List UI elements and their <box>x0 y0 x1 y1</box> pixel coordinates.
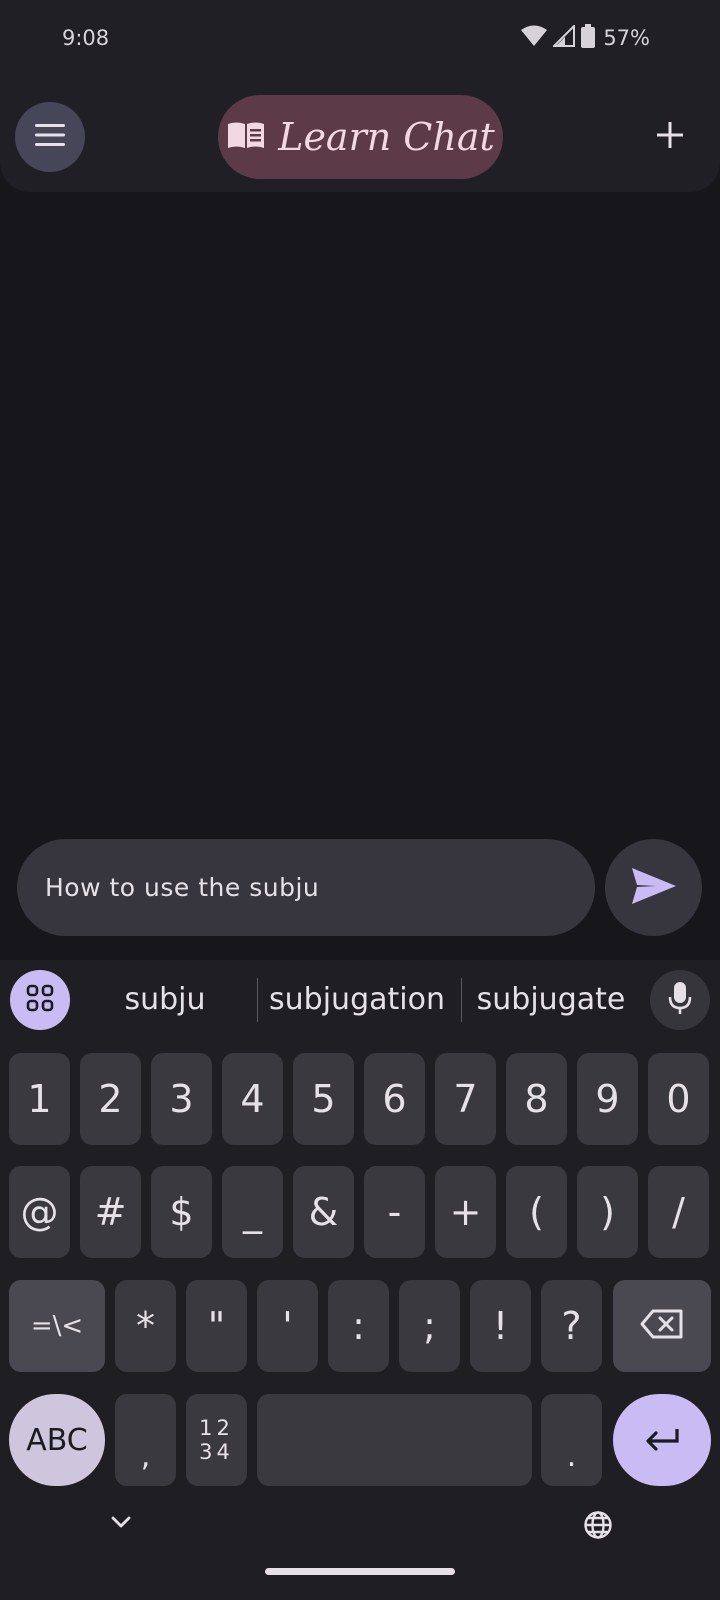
suggestion-item[interactable]: subjugate <box>466 978 636 1022</box>
suggestion-divider <box>461 978 462 1022</box>
key-8[interactable]: 8 <box>506 1053 567 1145</box>
keyboard-apps-button[interactable] <box>10 970 70 1030</box>
chevron-down-icon <box>110 1514 132 1533</box>
message-composer: How to use the subju <box>0 820 720 960</box>
numpad-key[interactable]: 12 34 <box>186 1394 247 1486</box>
key-at[interactable]: @ <box>9 1166 70 1258</box>
key-slash[interactable]: / <box>648 1166 709 1258</box>
suggestion-item[interactable]: subjugation <box>262 978 452 1022</box>
enter-icon <box>644 1418 680 1462</box>
key-0[interactable]: 0 <box>648 1053 709 1145</box>
key-semicolon[interactable]: ; <box>399 1280 460 1372</box>
period-label: . <box>566 1438 577 1474</box>
voice-input-button[interactable] <box>650 970 710 1030</box>
language-switch-button[interactable] <box>583 1510 613 1544</box>
key-9[interactable]: 9 <box>577 1053 638 1145</box>
globe-icon <box>583 1511 613 1544</box>
key-apostrophe[interactable]: ' <box>257 1280 318 1372</box>
signal-icon <box>551 23 576 51</box>
suggestion-item[interactable]: subju <box>85 978 245 1022</box>
status-icons: 57% <box>521 23 650 52</box>
plus-icon <box>657 122 683 152</box>
more-symbols-key[interactable]: =\< <box>9 1280 105 1372</box>
abc-key[interactable]: ABC <box>9 1394 105 1486</box>
enter-key[interactable] <box>613 1394 711 1486</box>
hide-keyboard-button[interactable] <box>110 1514 132 1533</box>
key-minus[interactable]: - <box>364 1166 425 1258</box>
key-comma[interactable]: , <box>115 1394 176 1486</box>
message-input[interactable]: How to use the subju <box>17 839 595 936</box>
key-2[interactable]: 2 <box>80 1053 141 1145</box>
key-1[interactable]: 1 <box>9 1053 70 1145</box>
title-chip[interactable]: Learn Chat <box>218 95 503 179</box>
top-app-bar: Learn Chat <box>0 82 720 192</box>
numpad-label-bottom: 34 <box>199 1440 234 1464</box>
wifi-icon <box>521 25 548 51</box>
key-colon[interactable]: : <box>328 1280 389 1372</box>
key-3[interactable]: 3 <box>151 1053 212 1145</box>
microphone-icon <box>668 982 692 1018</box>
keyboard: subju subjugation subjugate 1 2 3 4 5 6 … <box>0 960 720 1600</box>
menu-button[interactable] <box>15 102 85 172</box>
key-exclamation[interactable]: ! <box>470 1280 531 1372</box>
battery-percent: 57% <box>603 26 650 50</box>
key-open-paren[interactable]: ( <box>506 1166 567 1258</box>
key-asterisk[interactable]: * <box>115 1280 176 1372</box>
send-button[interactable] <box>605 839 702 936</box>
gesture-nav-handle[interactable] <box>265 1568 455 1575</box>
key-6[interactable]: 6 <box>364 1053 425 1145</box>
numpad-label-top: 12 <box>199 1416 234 1440</box>
message-input-text: How to use the subju <box>45 873 320 902</box>
key-4[interactable]: 4 <box>222 1053 283 1145</box>
status-time: 9:08 <box>62 26 110 50</box>
key-dollar[interactable]: $ <box>151 1166 212 1258</box>
key-close-paren[interactable]: ) <box>577 1166 638 1258</box>
app-title: Learn Chat <box>278 115 495 159</box>
battery-icon <box>581 24 596 52</box>
key-double-quote[interactable]: " <box>186 1280 247 1372</box>
grid-icon <box>26 984 54 1016</box>
key-5[interactable]: 5 <box>293 1053 354 1145</box>
send-icon <box>630 866 678 910</box>
comma-label: , <box>140 1438 151 1474</box>
chat-messages-area <box>0 192 720 820</box>
backspace-icon <box>640 1304 684 1348</box>
key-period[interactable]: . <box>541 1394 602 1486</box>
backspace-key[interactable] <box>613 1280 711 1372</box>
keyboard-nav-row <box>0 1480 720 1600</box>
new-chat-button[interactable] <box>635 102 705 172</box>
key-ampersand[interactable]: & <box>293 1166 354 1258</box>
space-key[interactable] <box>257 1394 532 1486</box>
key-7[interactable]: 7 <box>435 1053 496 1145</box>
book-icon <box>226 120 266 154</box>
suggestion-bar: subju subjugation subjugate <box>0 960 720 1042</box>
hamburger-icon <box>35 124 65 150</box>
key-underscore[interactable]: _ <box>222 1166 283 1258</box>
key-question[interactable]: ? <box>541 1280 602 1372</box>
suggestion-divider <box>257 978 258 1022</box>
key-hash[interactable]: # <box>80 1166 141 1258</box>
status-bar: 9:08 57% <box>0 0 720 82</box>
key-plus[interactable]: + <box>435 1166 496 1258</box>
